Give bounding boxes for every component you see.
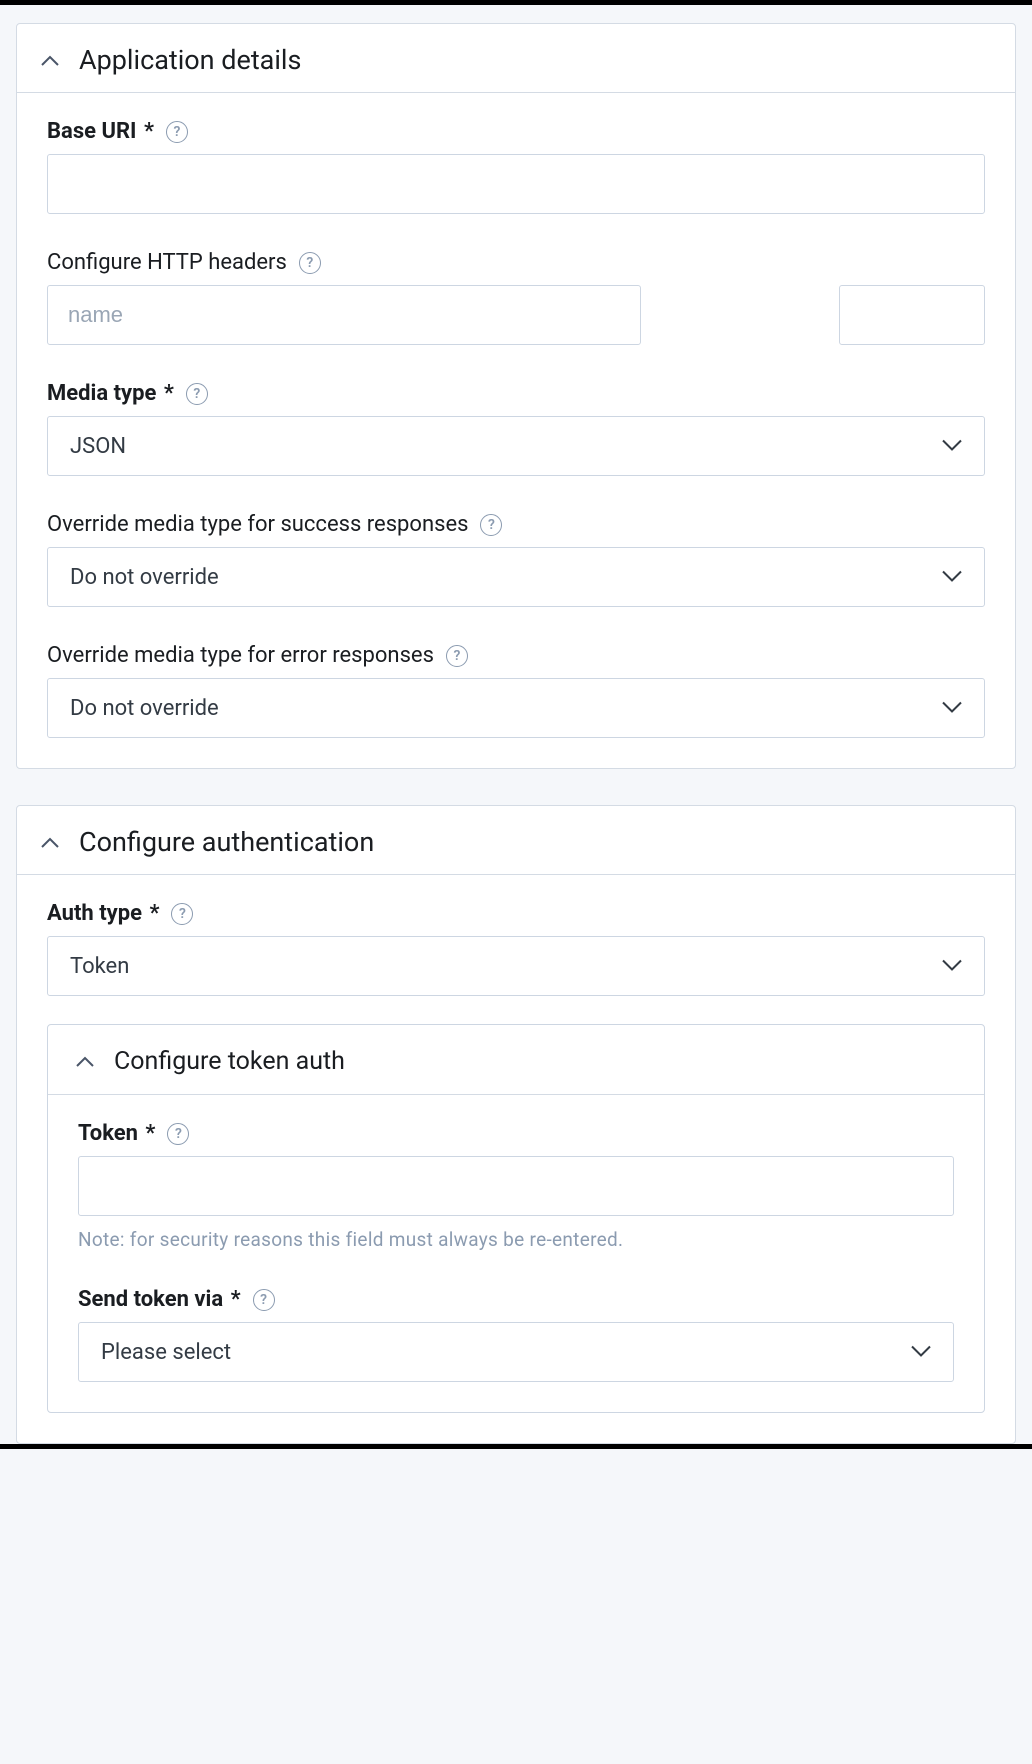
override-error-select[interactable]: Do not override [47,678,985,738]
base-uri-field: Base URI * ? [47,119,985,214]
auth-type-label: Auth type * [47,901,159,926]
base-uri-input[interactable] [47,154,985,214]
override-error-label: Override media type for error responses [47,643,434,668]
media-type-field: Media type * ? JSON [47,381,985,476]
http-header-value-box[interactable] [839,285,985,345]
send-token-via-label: Send token via * [78,1287,241,1312]
configure-token-auth-header[interactable]: Configure token auth [48,1025,984,1095]
chevron-up-icon [41,51,59,69]
chevron-up-icon [76,1053,94,1071]
help-icon[interactable]: ? [253,1289,275,1311]
configure-authentication-body: Auth type * ? Token Configure t [17,875,1015,1443]
http-headers-label: Configure HTTP headers [47,250,287,275]
override-success-label: Override media type for success response… [47,512,468,537]
http-headers-field: Configure HTTP headers ? [47,250,985,345]
base-uri-label: Base URI * [47,119,154,144]
media-type-select[interactable]: JSON [47,416,985,476]
configure-authentication-panel: Configure authentication Auth type * ? T… [16,805,1016,1444]
application-details-panel: Application details Base URI * ? Configu… [16,23,1016,769]
send-token-via-field: Send token via * ? Please select [78,1287,954,1382]
help-icon[interactable]: ? [480,514,502,536]
application-details-title: Application details [79,44,301,76]
configure-token-auth-body: Token * ? Note: for security reasons thi… [48,1095,984,1412]
override-success-field: Override media type for success response… [47,512,985,607]
application-details-body: Base URI * ? Configure HTTP headers ? [17,93,1015,768]
http-header-name-input[interactable] [47,285,641,345]
help-icon[interactable]: ? [167,1123,189,1145]
override-error-field: Override media type for error responses … [47,643,985,738]
help-icon[interactable]: ? [446,645,468,667]
help-icon[interactable]: ? [166,121,188,143]
help-icon[interactable]: ? [299,252,321,274]
override-success-select[interactable]: Do not override [47,547,985,607]
token-label: Token * [78,1121,155,1146]
configure-token-auth-panel: Configure token auth Token * ? Note: for… [47,1024,985,1413]
token-input[interactable] [78,1156,954,1216]
media-type-label: Media type * [47,381,174,406]
chevron-up-icon [41,833,59,851]
auth-type-select[interactable]: Token [47,936,985,996]
token-note: Note: for security reasons this field mu… [78,1228,954,1251]
help-icon[interactable]: ? [186,383,208,405]
configure-authentication-title: Configure authentication [79,826,374,858]
configure-authentication-header[interactable]: Configure authentication [17,806,1015,875]
help-icon[interactable]: ? [171,903,193,925]
configure-token-auth-title: Configure token auth [114,1047,345,1076]
send-token-via-select[interactable]: Please select [78,1322,954,1382]
auth-type-field: Auth type * ? Token [47,901,985,996]
token-field: Token * ? Note: for security reasons thi… [78,1121,954,1251]
application-details-header[interactable]: Application details [17,24,1015,93]
